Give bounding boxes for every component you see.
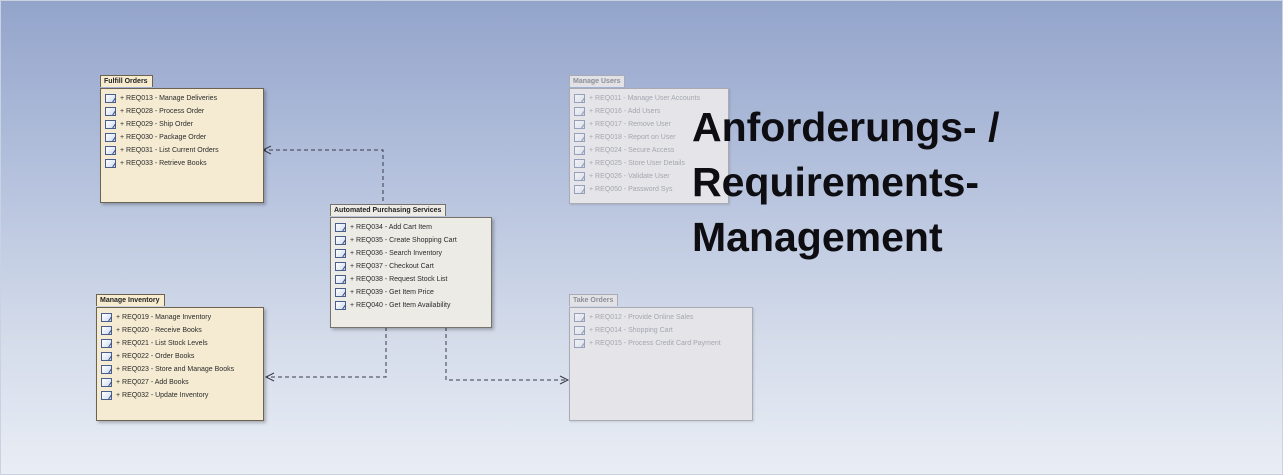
package-body: + REQ013 - Manage Deliveries + REQ028 - … [100,88,264,203]
requirement-icon [574,146,585,155]
requirement-icon [574,159,585,168]
requirement-icon [574,133,585,142]
requirement-item: + REQ029 - Ship Order [105,118,259,131]
requirement-icon [335,249,346,258]
requirement-icon [335,301,346,310]
requirement-icon [105,120,116,129]
requirement-item: + REQ020 - Receive Books [101,324,259,337]
package-body: + REQ012 - Provide Online Sales + REQ014… [569,307,753,421]
requirement-icon [101,326,112,335]
requirement-item: + REQ014 - Shopping Cart [574,324,748,337]
package-tab: Fulfill Orders [100,75,153,87]
requirement-item: + REQ039 - Get Item Price [335,286,487,299]
diagram-canvas: Fulfill Orders + REQ013 - Manage Deliver… [0,0,1283,475]
requirement-icon [335,236,346,245]
requirement-item: + REQ033 - Retrieve Books [105,157,259,170]
title-line: Anforderungs- / [692,104,1000,150]
requirement-icon [335,262,346,271]
requirement-icon [335,223,346,232]
package-tab: Manage Users [569,75,626,87]
connector-automated-to-orders [445,327,568,381]
connector-automated-to-fulfill [263,149,384,201]
package-tab: Manage Inventory [96,294,165,306]
requirement-item: + REQ031 - List Current Orders [105,144,259,157]
requirement-item: + REQ040 - Get Item Availability [335,299,487,312]
package-tab: Automated Purchasing Services [330,204,447,216]
requirement-icon [574,172,585,181]
requirement-icon [101,365,112,374]
package-take-orders: Take Orders + REQ012 - Provide Online Sa… [569,289,753,421]
package-tab: Take Orders [569,294,619,306]
requirement-icon [105,159,116,168]
requirement-icon [574,120,585,129]
package-body: + REQ019 - Manage Inventory + REQ020 - R… [96,307,264,421]
requirement-item: + REQ030 - Package Order [105,131,259,144]
requirement-icon [101,339,112,348]
requirement-icon [105,107,116,116]
package-manage-inventory: Manage Inventory + REQ019 - Manage Inven… [96,289,264,421]
requirement-item: + REQ027 - Add Books [101,376,259,389]
title-line: Management [692,214,943,260]
requirement-icon [101,391,112,400]
requirement-item: + REQ022 - Order Books [101,350,259,363]
requirement-icon [105,133,116,142]
requirement-item: + REQ015 - Process Credit Card Payment [574,337,748,350]
requirement-icon [105,146,116,155]
requirement-item: + REQ035 - Create Shopping Cart [335,234,487,247]
connector-automated-to-inventory [266,327,387,378]
requirement-item: + REQ038 - Request Stock List [335,273,487,286]
requirement-icon [335,275,346,284]
requirement-icon [101,313,112,322]
requirement-item: + REQ019 - Manage Inventory [101,311,259,324]
package-automated-purchasing-services: Automated Purchasing Services + REQ034 -… [330,199,492,328]
requirement-icon [574,107,585,116]
requirement-item: + REQ012 - Provide Online Sales [574,311,748,324]
requirement-icon [574,185,585,194]
requirement-item: + REQ037 - Checkout Cart [335,260,487,273]
requirement-item: + REQ032 - Update Inventory [101,389,259,402]
requirement-icon [574,339,585,348]
slide-title: Anforderungs- / Requirements- Management [692,100,1252,265]
requirement-icon [574,326,585,335]
requirement-icon [335,288,346,297]
title-line: Requirements- [692,159,980,205]
requirement-item: + REQ034 - Add Cart Item [335,221,487,234]
requirement-item: + REQ023 - Store and Manage Books [101,363,259,376]
requirement-item: + REQ028 - Process Order [105,105,259,118]
requirement-icon [101,378,112,387]
requirement-icon [574,94,585,103]
package-fulfill-orders: Fulfill Orders + REQ013 - Manage Deliver… [100,70,264,203]
requirement-item: + REQ021 - List Stock Levels [101,337,259,350]
requirement-item: + REQ013 - Manage Deliveries [105,92,259,105]
requirement-icon [105,94,116,103]
requirement-icon [574,313,585,322]
package-body: + REQ034 - Add Cart Item + REQ035 - Crea… [330,217,492,328]
requirement-item: + REQ036 - Search Inventory [335,247,487,260]
requirement-icon [101,352,112,361]
